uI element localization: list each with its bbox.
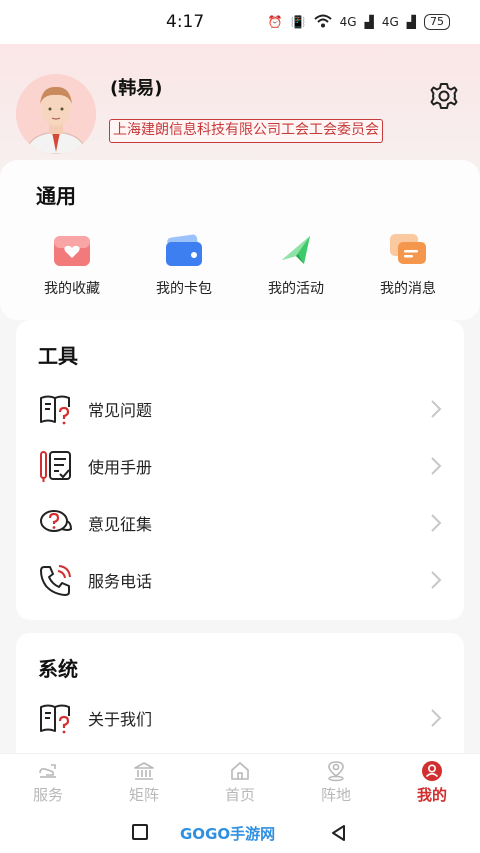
bank-icon: [134, 762, 154, 780]
grid-label: 我的消息: [380, 281, 436, 297]
settings-button[interactable]: [428, 80, 460, 112]
system-title: 系统: [38, 657, 78, 681]
feedback-bubble-icon: [40, 510, 73, 532]
grid-label: 我的卡包: [156, 281, 212, 297]
location-icon: [328, 761, 344, 782]
home-icon: [231, 762, 249, 780]
list-label: 常见问题: [88, 401, 153, 420]
about-book-icon: [40, 704, 70, 734]
grid-item-activities[interactable]: 我的活动: [240, 230, 352, 298]
service-icon: [39, 764, 56, 778]
watermark-logo: GOGO手游网: [180, 825, 276, 843]
list-label: 使用手册: [88, 458, 153, 477]
profile-header: (韩易) 上海建朗信息科技有限公司工会工会委员会: [0, 60, 480, 155]
chevron-right-icon: [431, 709, 442, 727]
list-label: 意见征集: [88, 515, 153, 534]
user-icon: [422, 761, 442, 781]
bottom-tab-bar: 服务 矩阵 首页 阵地 我的: [0, 753, 480, 811]
tab-label: 我的: [416, 786, 447, 804]
back-button[interactable]: [330, 824, 348, 842]
grid-label: 我的收藏: [44, 281, 100, 297]
list-item-feedback[interactable]: 意见征集: [16, 498, 464, 548]
general-section: 通用 我的收藏 我的卡包 我的活动 我的消息: [0, 160, 480, 320]
gear-icon: [430, 83, 458, 109]
signal-1-label: 4G: [339, 15, 357, 29]
grid-item-wallet[interactable]: 我的卡包: [128, 230, 240, 298]
tab-position[interactable]: 阵地: [288, 754, 384, 811]
tab-service[interactable]: 服务: [0, 754, 96, 811]
status-bar: 4:17 ⏰ 📳 4G ▟ 4G ▟ 75: [0, 0, 480, 44]
grid-item-favorites[interactable]: 我的收藏: [16, 230, 128, 298]
list-item-faq[interactable]: 常见问题: [16, 384, 464, 434]
avatar[interactable]: [16, 74, 96, 154]
tab-matrix[interactable]: 矩阵: [96, 754, 192, 811]
list-item-about[interactable]: 关于我们: [16, 693, 464, 743]
chevron-right-icon: [431, 457, 442, 475]
tools-section: 工具 常见问题 使用手册 意见征集 服务电话: [16, 320, 464, 620]
tab-label: 矩阵: [128, 786, 159, 804]
signal-1-icon: ▟: [364, 15, 374, 29]
chat-icon: [390, 234, 426, 264]
list-item-manual[interactable]: 使用手册: [16, 441, 464, 491]
battery-icon: 75: [424, 14, 450, 30]
signal-2-icon: ▟: [406, 15, 416, 29]
system-navigation-bar: GOGO手游网: [0, 811, 480, 853]
status-icons: ⏰ 📳 4G ▟ 4G ▟ 75: [268, 14, 450, 31]
system-section: 系统 关于我们: [16, 633, 464, 763]
wifi-icon: [313, 14, 332, 31]
signal-2-label: 4G: [381, 15, 399, 29]
general-grid: 我的收藏 我的卡包 我的活动 我的消息: [16, 230, 464, 298]
faq-book-icon: [40, 395, 70, 425]
list-label: 关于我们: [88, 710, 153, 729]
general-title: 通用: [36, 184, 76, 208]
organization-badge: 上海建朗信息科技有限公司工会工会委员会: [109, 119, 383, 143]
chevron-right-icon: [431, 514, 442, 532]
grid-item-messages[interactable]: 我的消息: [352, 230, 464, 298]
chevron-right-icon: [431, 571, 442, 589]
alarm-icon: ⏰: [267, 15, 283, 29]
wallet-icon: [166, 234, 202, 266]
list-label: 服务电话: [88, 572, 153, 591]
tab-mine[interactable]: 我的: [384, 754, 480, 811]
status-time: 4:17: [166, 12, 205, 32]
user-name: (韩易): [110, 78, 163, 99]
chevron-right-icon: [431, 400, 442, 418]
grid-label: 我的活动: [268, 281, 324, 297]
vibrate-icon: 📳: [290, 15, 306, 29]
tools-title: 工具: [38, 344, 78, 368]
tab-label: 阵地: [320, 786, 351, 804]
manual-icon: [40, 451, 71, 482]
phone-icon: [40, 565, 71, 596]
flag-icon: [282, 236, 310, 264]
recent-apps-button[interactable]: [132, 824, 148, 840]
heart-folder-icon: [54, 236, 90, 266]
tab-label: 首页: [224, 786, 255, 804]
list-item-service-phone[interactable]: 服务电话: [16, 555, 464, 605]
tab-home[interactable]: 首页: [192, 754, 288, 811]
tab-label: 服务: [32, 786, 63, 804]
